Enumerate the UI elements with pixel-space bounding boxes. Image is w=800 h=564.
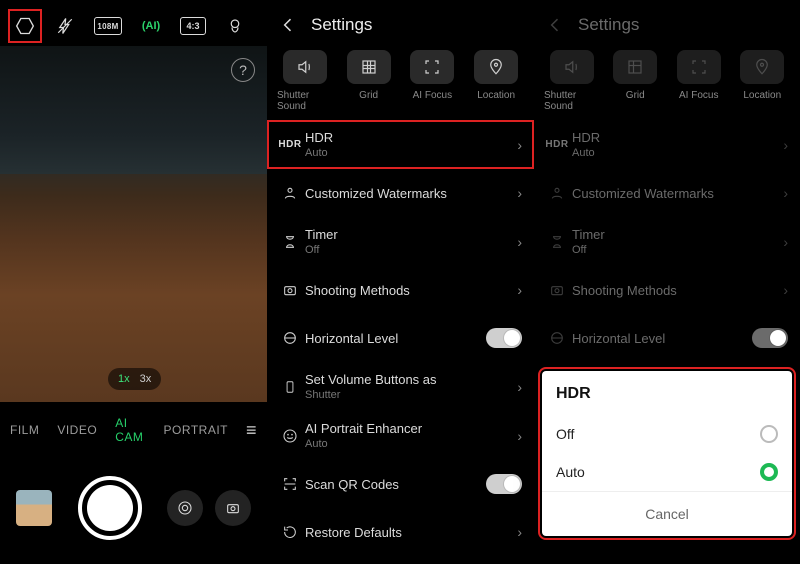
chevron-right-icon: › <box>783 234 788 250</box>
row-timer[interactable]: TimerOff › <box>534 217 800 266</box>
settings-header: Settings <box>534 0 800 46</box>
viewfinder[interactable] <box>0 46 267 402</box>
badge-ratio: 4:3 <box>186 21 199 31</box>
settings-icon[interactable] <box>14 15 36 37</box>
mode-film[interactable]: FILM <box>10 423 39 437</box>
row-shooting-methods[interactable]: Shooting Methods › <box>267 266 534 314</box>
toggle-horizontal-level[interactable] <box>486 328 522 348</box>
camera-topbar: 108M (AI) 4:3 <box>0 0 267 46</box>
flash-icon[interactable] <box>54 15 76 37</box>
chevron-right-icon: › <box>517 428 522 444</box>
camera-bottom-bar <box>0 476 267 540</box>
restore-icon <box>275 524 305 540</box>
chevron-right-icon: › <box>783 282 788 298</box>
zoom-3x[interactable]: 3x <box>140 373 152 385</box>
row-shooting-methods[interactable]: Shooting Methods › <box>534 266 800 314</box>
seg-shutter-sound[interactable]: Shutter Sound <box>544 50 600 112</box>
toggle-qr[interactable] <box>486 474 522 494</box>
beauty-icon[interactable] <box>224 15 246 37</box>
person-icon <box>275 185 305 201</box>
quick-settings-row: Shutter Sound Grid AI Focus Location <box>534 46 800 112</box>
camera-icon <box>542 282 572 298</box>
chevron-right-icon: › <box>517 379 522 395</box>
hdr-option-auto[interactable]: Auto <box>542 453 792 491</box>
timer-icon <box>542 234 572 250</box>
seg-location[interactable]: Location <box>468 50 524 112</box>
camera-icon <box>275 282 305 298</box>
row-hdr[interactable]: HDR HDRAuto › <box>267 120 534 169</box>
sheet-title: HDR <box>542 381 792 415</box>
seg-shutter-sound[interactable]: Shutter Sound <box>277 50 333 112</box>
row-restore-defaults[interactable]: Restore Defaults › <box>267 508 534 556</box>
zoom-chip[interactable]: 1x 3x <box>108 368 161 390</box>
qr-icon <box>275 476 305 492</box>
settings-header: Settings <box>267 0 534 46</box>
row-timer[interactable]: TimerOff › <box>267 217 534 266</box>
row-volume-buttons[interactable]: Set Volume Buttons asShutter › <box>267 362 534 411</box>
settings-list: HDR HDRAuto › Customized Watermarks › Ti… <box>267 120 534 556</box>
gallery-thumbnail[interactable] <box>16 490 52 526</box>
row-ai-portrait[interactable]: AI Portrait EnhancerAuto › <box>267 411 534 460</box>
mode-more-icon[interactable]: ≡ <box>246 420 257 441</box>
seg-grid[interactable]: Grid <box>341 50 397 112</box>
mode-portrait[interactable]: PORTRAIT <box>164 423 228 437</box>
sheet-cancel-button[interactable]: Cancel <box>542 491 792 536</box>
mode-video[interactable]: VIDEO <box>57 423 97 437</box>
resolution-108m-icon[interactable]: 108M <box>94 17 122 35</box>
row-horizontal-level[interactable]: Horizontal Level <box>534 314 800 362</box>
chevron-right-icon: › <box>517 524 522 540</box>
settings-title: Settings <box>578 15 639 35</box>
radio-unselected-icon <box>760 425 778 443</box>
mode-aicam[interactable]: AI CAM <box>115 416 145 444</box>
timer-icon <box>275 234 305 250</box>
settings-list: HDR HDRAuto › Customized Watermarks › Ti… <box>534 120 800 410</box>
back-button[interactable] <box>277 14 299 36</box>
row-watermarks[interactable]: Customized Watermarks › <box>267 169 534 217</box>
radio-selected-icon <box>760 463 778 481</box>
hdr-icon: HDR <box>275 139 305 150</box>
chevron-right-icon: › <box>783 185 788 201</box>
chevron-right-icon: › <box>517 137 522 153</box>
chevron-right-icon: › <box>517 282 522 298</box>
seg-ai-focus[interactable]: AI Focus <box>671 50 727 112</box>
mode-bar: FILM VIDEO AI CAM PORTRAIT ≡ <box>0 416 267 444</box>
row-watermarks[interactable]: Customized Watermarks › <box>534 169 800 217</box>
row-horizontal-level[interactable]: Horizontal Level <box>267 314 534 362</box>
person-icon <box>542 185 572 201</box>
row-hdr[interactable]: HDR HDRAuto › <box>534 120 800 169</box>
camera-screen: 108M (AI) 4:3 ? 1x 3x FILM VIDEO AI CAM … <box>0 0 267 564</box>
hdr-option-off[interactable]: Off <box>542 415 792 453</box>
row-scan-qr[interactable]: Scan QR Codes <box>267 460 534 508</box>
help-button[interactable]: ? <box>231 58 255 82</box>
back-button[interactable] <box>544 14 566 36</box>
zoom-1x[interactable]: 1x <box>118 373 130 385</box>
hdr-options-sheet: HDR Off Auto Cancel <box>542 371 792 536</box>
level-icon <box>275 330 305 346</box>
seg-grid[interactable]: Grid <box>608 50 664 112</box>
hdr-icon: HDR <box>542 139 572 150</box>
badge-108m: 108M <box>97 22 118 31</box>
settings-screen: Settings Shutter Sound Grid AI Focus Loc… <box>267 0 534 564</box>
chevron-right-icon: › <box>517 185 522 201</box>
settings-title: Settings <box>311 15 372 35</box>
seg-location[interactable]: Location <box>735 50 791 112</box>
quick-settings-row: Shutter Sound Grid AI Focus Location <box>267 46 534 112</box>
seg-ai-focus[interactable]: AI Focus <box>405 50 461 112</box>
toggle-horizontal-level[interactable] <box>752 328 788 348</box>
settings-screen-with-sheet: Settings Shutter Sound Grid AI Focus Loc… <box>534 0 800 564</box>
phone-icon <box>275 378 305 396</box>
chevron-right-icon: › <box>783 137 788 153</box>
chevron-right-icon: › <box>517 234 522 250</box>
aspect-ratio-icon[interactable]: 4:3 <box>180 17 206 35</box>
badge-ai: AI <box>146 20 157 32</box>
level-icon <box>542 330 572 346</box>
lens-button[interactable] <box>167 490 203 526</box>
switch-camera-button[interactable] <box>215 490 251 526</box>
smile-icon <box>275 428 305 444</box>
ai-icon[interactable]: (AI) <box>140 15 162 37</box>
shutter-button[interactable] <box>78 476 142 540</box>
